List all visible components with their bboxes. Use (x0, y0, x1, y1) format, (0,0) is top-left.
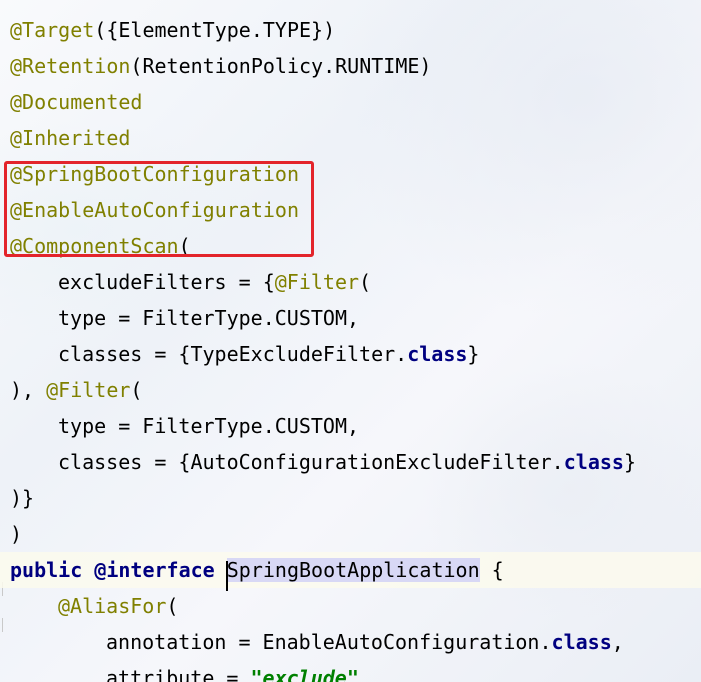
code-editor[interactable]: @Target({ElementType.TYPE}) @Retention(Re… (0, 0, 701, 682)
code-line[interactable]: @Documented (10, 84, 701, 120)
keyword-token: public (10, 558, 95, 582)
code-line[interactable]: excludeFilters = {@Filter( (10, 264, 701, 300)
annotation-token: @Inherited (10, 126, 131, 150)
code-token: )} (10, 486, 35, 510)
code-token: ( (166, 594, 179, 618)
annotation-token: @Retention (10, 54, 131, 78)
annotation-token: @Documented (10, 90, 143, 114)
code-line[interactable]: @Target({ElementType.TYPE}) (10, 12, 701, 48)
code-line[interactable]: @ComponentScan( (10, 228, 701, 264)
annotation-token: @AliasFor (58, 594, 167, 618)
code-token: } (623, 450, 636, 474)
code-line[interactable]: @Retention(RetentionPolicy.RUNTIME) (10, 48, 701, 84)
annotation-token: @Filter (274, 270, 360, 294)
annotation-token: @SpringBootConfiguration (10, 162, 299, 186)
keyword-token: class (407, 342, 468, 366)
code-line[interactable]: attribute = "exclude" (10, 660, 701, 682)
code-line[interactable]: classes = {AutoConfigurationExcludeFilte… (10, 444, 701, 480)
code-token: }) (311, 18, 336, 42)
code-token: ) (419, 54, 432, 78)
code-line[interactable]: @EnableAutoConfiguration (10, 192, 701, 228)
code-token: ( (178, 234, 191, 258)
code-token: classes = {TypeExcludeFilter. (58, 342, 408, 366)
code-token: ) (10, 522, 23, 546)
annotation-token: @EnableAutoConfiguration (10, 198, 299, 222)
code-line[interactable]: classes = {TypeExcludeFilter.class} (10, 336, 701, 372)
code-token: ( (359, 270, 372, 294)
annotation-token: @ComponentScan (10, 234, 179, 258)
code-line[interactable]: annotation = EnableAutoConfiguration.cla… (10, 624, 701, 660)
annotation-token: @Target (10, 18, 95, 42)
keyword-token: class (551, 630, 612, 654)
code-line[interactable]: type = FilterType.CUSTOM, (10, 300, 701, 336)
code-token: CUSTOM (274, 306, 347, 330)
code-line[interactable]: )} (10, 480, 701, 516)
code-token: RUNTIME (335, 54, 420, 78)
code-token: annotation = EnableAutoConfiguration. (106, 630, 552, 654)
code-line[interactable]: @SpringBootConfiguration (10, 156, 701, 192)
identifier-highlight: SpringBootApplication (225, 558, 480, 591)
string-token: "exclude" (250, 666, 359, 682)
code-token: (RetentionPolicy. (130, 54, 336, 78)
code-line[interactable]: type = FilterType.CUSTOM, (10, 408, 701, 444)
code-line[interactable]: ) (10, 516, 701, 552)
code-token: type = FilterType. (58, 306, 275, 330)
code-token: attribute = (106, 666, 251, 682)
code-line[interactable]: @Inherited (10, 120, 701, 156)
code-token: ({ElementType. (94, 18, 263, 42)
code-token: classes = {AutoConfigurationExcludeFilte… (58, 450, 564, 474)
code-token: type = FilterType. (58, 414, 275, 438)
code-token: ( (130, 378, 143, 402)
code-token: excludeFilters = { (58, 270, 275, 294)
code-token: { (479, 558, 504, 582)
code-line[interactable]: ), @Filter( (10, 372, 701, 408)
keyword-token: @interface (94, 558, 227, 582)
code-line-current[interactable]: public @interface SpringBootApplication … (0, 552, 701, 591)
code-token: ), (10, 378, 47, 402)
code-token: , (347, 306, 360, 330)
code-line[interactable]: @AliasFor( (10, 588, 701, 624)
code-token: TYPE (262, 18, 312, 42)
code-token: , (611, 630, 624, 654)
code-token: , (347, 414, 360, 438)
text-caret (225, 561, 228, 591)
code-area[interactable]: @Target({ElementType.TYPE}) @Retention(Re… (0, 12, 701, 682)
code-token: } (467, 342, 480, 366)
annotation-token: @Filter (46, 378, 131, 402)
keyword-token: class (563, 450, 624, 474)
code-token: CUSTOM (274, 414, 347, 438)
